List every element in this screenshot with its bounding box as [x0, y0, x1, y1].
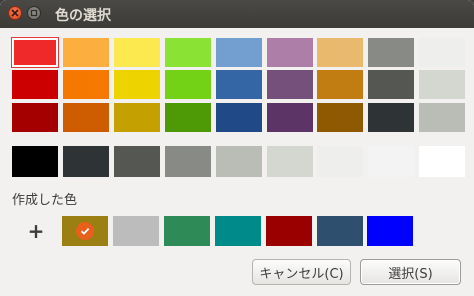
gray-swatch[interactable] [12, 146, 58, 177]
palette-swatch[interactable] [215, 70, 262, 99]
palette-swatch[interactable] [164, 38, 211, 67]
cancel-button[interactable]: キャンセル(C) [252, 259, 351, 285]
palette-swatch[interactable] [317, 70, 364, 99]
custom-color-swatch[interactable] [265, 216, 312, 246]
gray-swatch[interactable] [419, 146, 466, 177]
window-title: 色の選択 [55, 8, 111, 24]
palette-swatch[interactable] [215, 103, 262, 132]
palette-swatch[interactable] [317, 103, 364, 132]
palette-swatch[interactable] [113, 70, 160, 99]
gray-swatch[interactable] [113, 146, 160, 177]
title-bar[interactable]: 色の選択 [0, 0, 474, 28]
palette-swatch[interactable] [113, 103, 160, 132]
add-custom-color-button[interactable]: + [24, 216, 48, 246]
palette-swatch[interactable] [12, 103, 58, 132]
close-button[interactable] [8, 6, 22, 20]
palette-swatch[interactable] [62, 70, 109, 99]
color-chooser-dialog: 色の選択 作成した色 + キャンセル(C) 選択(S) [0, 0, 474, 296]
minimize-icon [30, 9, 38, 17]
palette-swatch[interactable] [368, 103, 415, 132]
palette-swatch[interactable] [215, 38, 262, 67]
custom-color-swatch[interactable] [367, 216, 414, 246]
palette-swatch[interactable] [419, 103, 466, 132]
palette-swatch[interactable] [266, 38, 313, 67]
custom-color-swatch[interactable] [163, 216, 210, 246]
palette-swatch[interactable] [368, 70, 415, 99]
custom-color-swatch[interactable] [316, 216, 363, 246]
palette-swatch[interactable] [164, 70, 211, 99]
palette-swatch[interactable] [12, 70, 58, 99]
custom-color-swatch[interactable] [62, 216, 108, 246]
palette-swatch[interactable] [419, 38, 466, 67]
palette-swatch[interactable] [266, 70, 313, 99]
gray-swatch[interactable] [368, 146, 415, 177]
palette-swatch[interactable] [266, 103, 313, 132]
palette-swatch[interactable] [11, 37, 59, 68]
custom-color-swatch[interactable] [214, 216, 261, 246]
custom-colors-label: 作成した色 [12, 193, 78, 208]
palette-swatch[interactable] [62, 38, 109, 67]
palette-swatch[interactable] [317, 38, 364, 67]
gray-swatch[interactable] [317, 146, 364, 177]
checkmark-icon [76, 222, 94, 240]
palette-swatch[interactable] [419, 70, 466, 99]
close-icon [11, 9, 19, 17]
palette-swatch[interactable] [62, 103, 109, 132]
gray-swatch[interactable] [215, 146, 262, 177]
custom-color-swatch[interactable] [112, 216, 159, 246]
palette-swatch[interactable] [113, 38, 160, 67]
gray-swatch[interactable] [62, 146, 109, 177]
palette-swatch[interactable] [368, 38, 415, 67]
select-button[interactable]: 選択(S) [360, 259, 461, 285]
gray-swatch[interactable] [266, 146, 313, 177]
minimize-button[interactable] [27, 6, 41, 20]
palette-swatch[interactable] [164, 103, 211, 132]
gray-swatch[interactable] [164, 146, 211, 177]
